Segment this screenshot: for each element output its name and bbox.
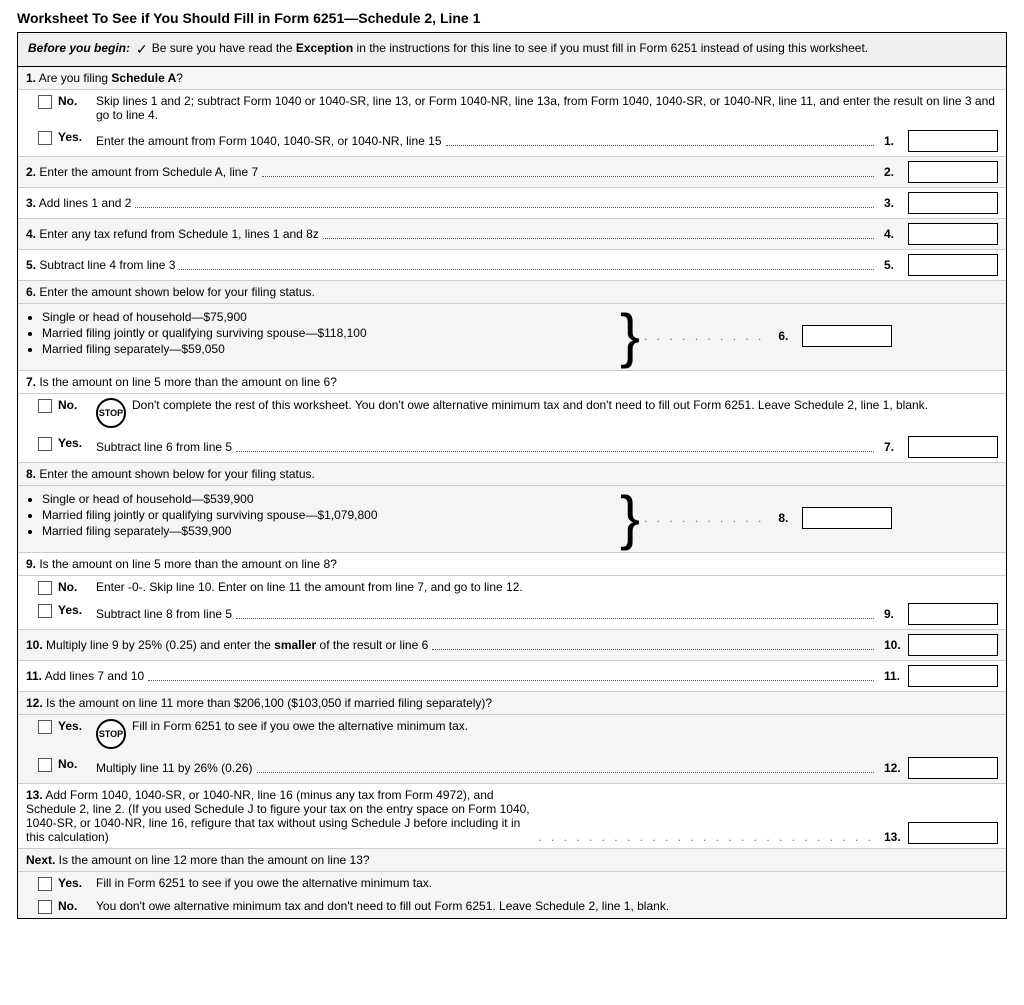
question-3-row: 3. Add lines 1 and 2 3.	[18, 188, 1006, 219]
label-12-no: No.	[58, 757, 88, 771]
bullet-8-1: Single or head of household—$539,900	[42, 492, 616, 506]
label-next-yes: Yes.	[58, 876, 88, 890]
text-next-yes: Fill in Form 6251 to see if you owe the …	[96, 876, 998, 890]
line-num-1: 1.	[884, 134, 904, 148]
line-num-9: 9.	[884, 607, 904, 621]
line-num-13: 13.	[884, 830, 904, 844]
line-num-2: 2.	[884, 165, 904, 179]
input-line-2[interactable]	[908, 161, 998, 183]
line-num-7: 7.	[884, 440, 904, 454]
question-11-row: 11. Add lines 7 and 10 11.	[18, 661, 1006, 692]
question-7-header: 7. Is the amount on line 5 more than the…	[18, 371, 1006, 394]
checkbox-7-yes[interactable]	[38, 437, 52, 451]
bullet-6-2: Married filing jointly or qualifying sur…	[42, 326, 616, 340]
text-next-no: You don't owe alternative minimum tax an…	[96, 899, 998, 913]
input-line-13[interactable]	[908, 822, 998, 844]
checkbox-1-yes[interactable]	[38, 131, 52, 145]
question-1-yes-row: Yes. Enter the amount from Form 1040, 10…	[18, 126, 1006, 157]
label-7-yes: Yes.	[58, 436, 88, 450]
question-2-row: 2. Enter the amount from Schedule A, lin…	[18, 157, 1006, 188]
brace-6: }	[620, 306, 640, 366]
checkbox-12-no[interactable]	[38, 758, 52, 772]
question-8-brace: Single or head of household—$539,900 Mar…	[18, 486, 1006, 553]
input-line-7[interactable]	[908, 436, 998, 458]
bullet-6-3: Married filing separately—$59,050	[42, 342, 616, 356]
question-9-yes-row: Yes. Subtract line 8 from line 5 9.	[18, 599, 1006, 630]
text-9-no: Enter -0-. Skip line 10. Enter on line 1…	[96, 580, 998, 594]
text-12-no: Multiply line 11 by 26% (0.26) 12.	[96, 757, 998, 779]
label-1-yes: Yes.	[58, 130, 88, 144]
line-num-6: 6.	[778, 329, 798, 343]
question-6-brace: Single or head of household—$75,900 Marr…	[18, 304, 1006, 371]
checkbox-9-no[interactable]	[38, 581, 52, 595]
label-12-yes: Yes.	[58, 719, 88, 733]
worksheet-container: Worksheet To See if You Should Fill in F…	[17, 10, 1007, 919]
stop-sign-12: STOP	[96, 719, 126, 749]
input-line-6[interactable]	[802, 325, 892, 347]
checkbox-1-no[interactable]	[38, 95, 52, 109]
label-9-no: No.	[58, 580, 88, 594]
label-9-yes: Yes.	[58, 603, 88, 617]
line-num-11: 11.	[884, 669, 904, 683]
question-7-yes-row: Yes. Subtract line 6 from line 5 7.	[18, 432, 1006, 463]
stop-sign-7: STOP	[96, 398, 126, 428]
bullet-8-3: Married filing separately—$539,900	[42, 524, 616, 538]
main-title: Worksheet To See if You Should Fill in F…	[17, 10, 1007, 26]
brace-8: }	[620, 488, 640, 548]
checkbox-9-yes[interactable]	[38, 604, 52, 618]
next-no-row: No. You don't owe alternative minimum ta…	[18, 895, 1006, 918]
input-line-1[interactable]	[908, 130, 998, 152]
checkbox-next-yes[interactable]	[38, 877, 52, 891]
before-begin-section: Before you begin: ✓ Be sure you have rea…	[18, 33, 1006, 67]
input-line-8[interactable]	[802, 507, 892, 529]
question-12-no-row: No. Multiply line 11 by 26% (0.26) 12.	[18, 753, 1006, 784]
question-13-row: 13. Add Form 1040, 1040-SR, or 1040-NR, …	[18, 784, 1006, 849]
input-line-3[interactable]	[908, 192, 998, 214]
question-5-row: 5. Subtract line 4 from line 3 5.	[18, 250, 1006, 281]
question-7-no-row: No. STOP Don't complete the rest of this…	[18, 394, 1006, 432]
question-1-header: 1. Are you filing Schedule A?	[18, 67, 1006, 90]
line-num-4: 4.	[884, 227, 904, 241]
question-1-no-row: No. Skip lines 1 and 2; subtract Form 10…	[18, 90, 1006, 126]
bullet-6-1: Single or head of household—$75,900	[42, 310, 616, 324]
input-line-10[interactable]	[908, 634, 998, 656]
question-8-header: 8. Enter the amount shown below for your…	[18, 463, 1006, 486]
text-9-yes: Subtract line 8 from line 5 9.	[96, 603, 998, 625]
checkbox-7-no[interactable]	[38, 399, 52, 413]
line-num-3: 3.	[884, 196, 904, 210]
input-line-5[interactable]	[908, 254, 998, 276]
text-7-yes: Subtract line 6 from line 5 7.	[96, 436, 998, 458]
line-num-10: 10.	[884, 638, 904, 652]
text-12-yes: Fill in Form 6251 to see if you owe the …	[132, 719, 998, 733]
next-header: Next. Is the amount on line 12 more than…	[18, 849, 1006, 872]
line-num-12: 12.	[884, 761, 904, 775]
input-line-4[interactable]	[908, 223, 998, 245]
question-12-header: 12. Is the amount on line 11 more than $…	[18, 692, 1006, 715]
label-1-no: No.	[58, 94, 88, 108]
before-begin-text: Be sure you have read the Exception in t…	[152, 41, 868, 55]
input-line-12[interactable]	[908, 757, 998, 779]
checkmark-icon: ✓	[136, 41, 148, 58]
line-num-5: 5.	[884, 258, 904, 272]
question-9-no-row: No. Enter -0-. Skip line 10. Enter on li…	[18, 576, 1006, 599]
question-6-header: 6. Enter the amount shown below for your…	[18, 281, 1006, 304]
checkbox-12-yes[interactable]	[38, 720, 52, 734]
label-7-no: No.	[58, 398, 88, 412]
input-line-9[interactable]	[908, 603, 998, 625]
before-begin-label: Before you begin:	[28, 41, 130, 55]
question-9-header: 9. Is the amount on line 5 more than the…	[18, 553, 1006, 576]
text-1-no: Skip lines 1 and 2; subtract Form 1040 o…	[96, 94, 998, 122]
bullet-8-2: Married filing jointly or qualifying sur…	[42, 508, 616, 522]
input-line-11[interactable]	[908, 665, 998, 687]
worksheet-border-box: Before you begin: ✓ Be sure you have rea…	[17, 32, 1007, 919]
next-yes-row: Yes. Fill in Form 6251 to see if you owe…	[18, 872, 1006, 895]
label-next-no: No.	[58, 899, 88, 913]
line-num-8: 8.	[778, 511, 798, 525]
question-4-row: 4. Enter any tax refund from Schedule 1,…	[18, 219, 1006, 250]
text-1-yes: Enter the amount from Form 1040, 1040-SR…	[96, 130, 998, 152]
question-10-row: 10. Multiply line 9 by 25% (0.25) and en…	[18, 630, 1006, 661]
text-7-no: Don't complete the rest of this workshee…	[132, 398, 998, 412]
checkbox-next-no[interactable]	[38, 900, 52, 914]
question-12-yes-row: Yes. STOP Fill in Form 6251 to see if yo…	[18, 715, 1006, 753]
